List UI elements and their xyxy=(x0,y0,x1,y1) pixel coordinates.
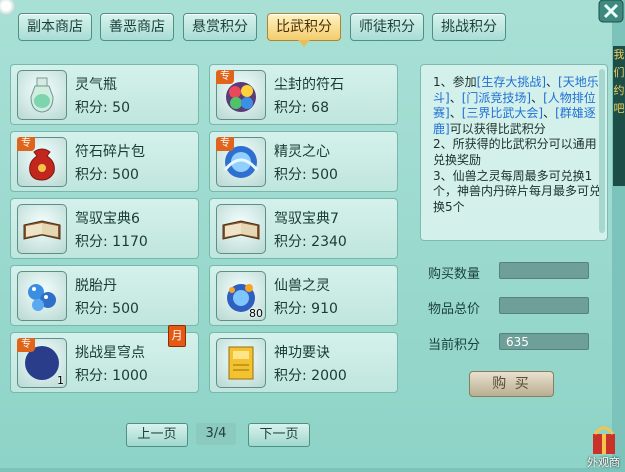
item-price: 积分: 1170 xyxy=(75,234,148,250)
quantity-label: 购买数量 xyxy=(428,267,481,282)
tab-dungeon-shop[interactable]: 副本商店 xyxy=(18,13,92,41)
item-card-book-7[interactable]: 驾驭宝典7 积分: 2340 xyxy=(209,198,398,259)
tab-karma-shop[interactable]: 善恶商店 xyxy=(100,13,174,41)
item-card-fragment-bag[interactable]: 专 符石碎片包 积分: 500 xyxy=(10,131,199,192)
item-price: 积分: 2000 xyxy=(274,368,347,384)
rule-1-end: 可以获得比武积分 xyxy=(449,121,546,136)
book-icon xyxy=(222,220,260,240)
item-card-divine-manual[interactable]: 神功要诀 积分: 2000 xyxy=(209,332,398,393)
appearance-shop-entry[interactable]: 外观商 xyxy=(583,420,625,469)
exclusive-tag: 专 xyxy=(17,137,35,151)
side-banner: 我 们 约 吧 xyxy=(613,46,625,186)
item-card-rebirth-pill[interactable]: 脱胎丹 积分: 500 xyxy=(10,265,199,326)
total-price-label: 物品总价 xyxy=(428,302,481,317)
item-slot xyxy=(17,70,67,120)
item-slot: 专 xyxy=(17,137,67,187)
rules-scrollbar[interactable] xyxy=(599,69,605,233)
book-icon xyxy=(23,220,61,240)
stack-count: 80 xyxy=(249,307,263,320)
page-indicator: 3/4 xyxy=(196,423,236,445)
item-slot xyxy=(216,338,266,388)
shop-panel: 副本商店 善恶商店 悬赏积分 比武积分 师徒积分 挑战积分 灵气瓶 积分: 50 xyxy=(0,0,612,468)
item-name: 精灵之心 xyxy=(274,144,330,160)
item-price: 积分: 1000 xyxy=(75,368,148,384)
separator: 、 xyxy=(449,90,462,105)
item-price: 积分: 2340 xyxy=(274,234,347,250)
separator: 、 xyxy=(546,75,559,89)
item-card-book-6[interactable]: 驾驭宝典6 积分: 1170 xyxy=(10,198,199,259)
item-name: 尘封的符石 xyxy=(274,77,344,93)
tab-bounty-points[interactable]: 悬赏积分 xyxy=(183,13,257,41)
separator: 、 xyxy=(449,106,462,121)
stack-count: 1 xyxy=(57,374,64,387)
separator: 、 xyxy=(531,90,544,105)
exclusive-tag: 专 xyxy=(17,338,35,352)
item-name: 符石碎片包 xyxy=(75,144,145,160)
item-slot: 专 1 xyxy=(17,338,67,388)
item-card-spirit-bottle[interactable]: 灵气瓶 积分: 50 xyxy=(10,64,199,125)
item-price: 积分: 500 xyxy=(75,301,139,317)
item-name: 驾驭宝典7 xyxy=(274,211,339,227)
next-page-button[interactable]: 下一页 xyxy=(248,423,310,447)
scroll-book-icon xyxy=(228,346,254,380)
item-name: 神功要诀 xyxy=(274,345,330,361)
side-banner-char: 吧 xyxy=(613,102,625,115)
close-button[interactable] xyxy=(597,0,625,24)
item-price: 积分: 500 xyxy=(274,167,338,183)
current-points-label: 当前积分 xyxy=(428,338,481,353)
quantity-input[interactable] xyxy=(499,262,589,279)
link-sect-arena[interactable]: [门派竞技场] xyxy=(462,91,531,105)
exclusive-tag: 专 xyxy=(216,70,234,84)
item-name: 驾驭宝典6 xyxy=(75,211,140,227)
item-name: 脱胎丹 xyxy=(75,278,117,294)
rules-panel: 1、参加[生存大挑战]、[天地乐斗]、[门派竞技场]、[人物排位赛]、[三界比武… xyxy=(420,64,608,241)
item-price: 积分: 910 xyxy=(274,301,338,317)
rules-text: 1、参加[生存大挑战]、[天地乐斗]、[门派竞技场]、[人物排位赛]、[三界比武… xyxy=(433,75,605,215)
item-price: 积分: 50 xyxy=(75,100,130,116)
corner-ornament xyxy=(0,0,16,16)
tab-challenge-points[interactable]: 挑战积分 xyxy=(432,13,506,41)
prev-page-button[interactable]: 上一页 xyxy=(126,423,188,447)
item-grid: 灵气瓶 积分: 50 专 尘封的符石 积分: 68 专 符石碎片包 积分: 50… xyxy=(10,64,406,394)
item-slot: 专 xyxy=(216,137,266,187)
current-points-field: 635 xyxy=(499,333,589,350)
rule-1-text: 1、参加 xyxy=(433,75,477,89)
exclusive-tag: 专 xyxy=(216,137,234,151)
item-slot xyxy=(17,271,67,321)
item-slot: 专 xyxy=(216,70,266,120)
total-price-field xyxy=(499,297,589,314)
item-card-beast-spirit[interactable]: 80 仙兽之灵 积分: 910 xyxy=(209,265,398,326)
buy-button[interactable]: 购 买 xyxy=(469,371,554,397)
item-price: 积分: 500 xyxy=(75,167,139,183)
item-slot xyxy=(216,204,266,254)
item-price: 积分: 68 xyxy=(274,100,329,116)
item-card-star-point[interactable]: 专 1 挑战星穹点 积分: 1000 月 xyxy=(10,325,199,393)
item-card-spirit-heart[interactable]: 专 精灵之心 积分: 500 xyxy=(209,131,398,192)
item-name: 挑战星穹点 xyxy=(75,345,145,361)
side-banner-char: 们 xyxy=(613,66,625,79)
rule-2-text: 2、所获得的比武积分可以通用兑换奖励 xyxy=(433,137,597,167)
side-banner-char: 约 xyxy=(613,84,625,97)
item-card-rune-stone[interactable]: 专 尘封的符石 积分: 68 xyxy=(209,64,398,125)
side-banner-char: 我 xyxy=(613,48,625,61)
rule-3-text: 3、仙兽之灵每周最多可兑换1个，神兽内丹碎片每月最多可兑换5个 xyxy=(433,168,602,214)
item-slot: 80 xyxy=(216,271,266,321)
tab-pvp-points[interactable]: 比武积分 xyxy=(267,13,341,47)
item-name: 灵气瓶 xyxy=(75,77,117,93)
separator: 、 xyxy=(543,106,556,121)
spirit-bottle-icon xyxy=(30,77,54,113)
close-icon xyxy=(598,0,624,23)
link-survival-challenge[interactable]: [生存大挑战] xyxy=(477,75,546,89)
tab-mentor-points[interactable]: 师徒积分 xyxy=(350,13,424,41)
monthly-limit-badge: 月 xyxy=(168,325,186,347)
link-three-realms-tournament[interactable]: [三界比武大会] xyxy=(462,106,543,120)
item-name: 仙兽之灵 xyxy=(274,278,330,294)
pill-icon xyxy=(28,284,56,311)
item-slot xyxy=(17,204,67,254)
